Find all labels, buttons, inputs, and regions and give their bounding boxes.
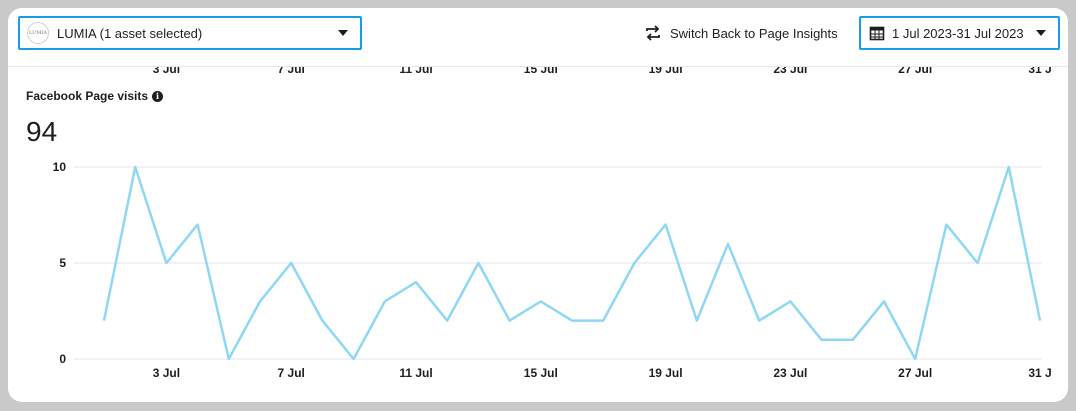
switch-button-label: Switch Back to Page Insights [670, 25, 838, 41]
x-tick-label: 3 Jul [153, 366, 180, 380]
metric-title-text: Facebook Page visits [26, 89, 149, 103]
chevron-down-icon [1036, 30, 1046, 36]
data-point[interactable] [351, 356, 357, 362]
asset-selector-label: LUMIA (1 asset selected) [57, 25, 203, 41]
date-range-dropdown[interactable]: 1 Jul 2023-31 Jul 2023 [859, 16, 1060, 50]
data-point[interactable] [631, 260, 637, 266]
x-tick-label: 19 Jul [649, 366, 683, 380]
calendar-icon [869, 26, 885, 41]
x-tick-label: 7 Jul [278, 366, 305, 380]
x-tick-label: 15 Jul [524, 366, 558, 380]
data-point[interactable] [413, 279, 419, 285]
chevron-down-icon [338, 30, 348, 36]
data-point[interactable] [819, 337, 825, 343]
switch-arrows-icon [646, 25, 660, 41]
data-point[interactable] [600, 318, 606, 324]
data-point[interactable] [319, 318, 325, 324]
data-point[interactable] [101, 318, 107, 324]
y-tick-label: 5 [59, 256, 66, 270]
data-point[interactable] [943, 222, 949, 228]
data-point[interactable] [163, 260, 169, 266]
data-point[interactable] [195, 222, 201, 228]
data-point[interactable] [756, 318, 762, 324]
x-tick-label: 11 Jul [399, 366, 432, 380]
data-point[interactable] [725, 241, 731, 247]
switch-to-page-insights-button[interactable]: Switch Back to Page Insights [644, 22, 838, 44]
metric-total-value: 94 [26, 116, 58, 147]
data-point[interactable] [569, 318, 575, 324]
insights-panel: 0 5 10 3 Jul 7 Jul 11 Jul 15 Jul 19 Jul 23 Jul 27… [8, 8, 1068, 402]
data-point[interactable] [288, 260, 294, 266]
data-point[interactable] [694, 318, 700, 324]
data-point[interactable] [507, 318, 513, 324]
x-tick-label: 27 Jul [898, 366, 932, 380]
data-point[interactable] [1037, 318, 1043, 324]
data-point[interactable] [881, 298, 887, 304]
data-point[interactable] [226, 356, 232, 362]
asset-logo: LUMIA [27, 22, 49, 44]
data-point[interactable] [382, 298, 388, 304]
top-bar: LUMIA LUMIA (1 asset selected) Switch Ba… [8, 8, 1068, 67]
data-point[interactable] [475, 260, 481, 266]
data-point[interactable] [444, 318, 450, 324]
info-icon[interactable]: i [152, 90, 164, 102]
data-point[interactable] [1006, 164, 1012, 170]
date-range-label: 1 Jul 2023-31 Jul 2023 [892, 25, 1024, 41]
data-point[interactable] [663, 222, 669, 228]
data-point[interactable] [538, 298, 544, 304]
data-point[interactable] [132, 164, 138, 170]
x-tick-label: 23 Jul [773, 366, 807, 380]
y-tick-label: 10 [53, 160, 67, 174]
data-point[interactable] [975, 260, 981, 266]
y-tick-label: 0 [59, 352, 66, 366]
x-tick-label: 31 J [1028, 366, 1051, 380]
metric-title: Facebook Page visits i [26, 89, 164, 103]
data-point[interactable] [257, 298, 263, 304]
data-point[interactable] [787, 298, 793, 304]
asset-selector-dropdown[interactable]: LUMIA LUMIA (1 asset selected) [18, 16, 362, 50]
data-point[interactable] [850, 337, 856, 343]
data-point[interactable] [912, 356, 918, 362]
